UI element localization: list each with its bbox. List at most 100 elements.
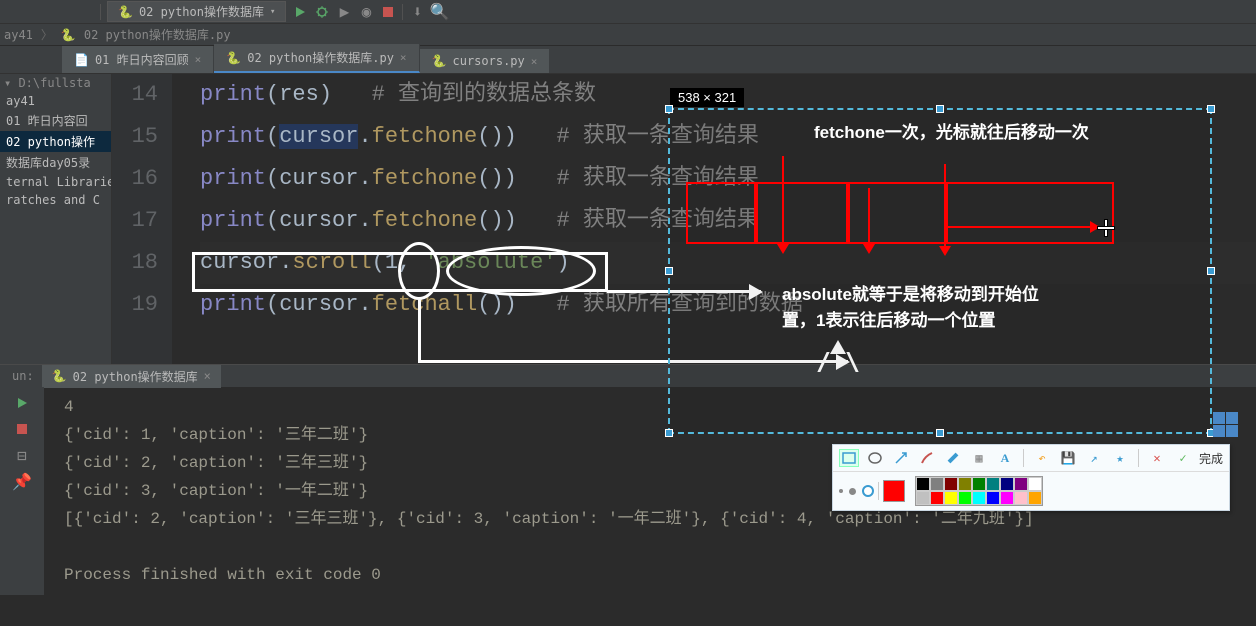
snip-text-icon[interactable]: A <box>995 449 1015 467</box>
line-number: 14 <box>112 74 158 116</box>
close-icon[interactable]: × <box>195 53 202 66</box>
pin-icon[interactable]: 📌 <box>12 471 32 491</box>
color-swatch[interactable] <box>986 477 1000 491</box>
color-swatch[interactable] <box>972 477 986 491</box>
line-number: 19 <box>112 284 158 326</box>
sidebar-item-label: ternal Libraries <box>6 175 112 189</box>
dimensions-badge: 538 × 321 <box>670 88 744 107</box>
profile-icon[interactable]: ◉ <box>358 4 374 20</box>
code-line[interactable]: cursor.scroll(1, 'absolute') <box>200 242 1256 284</box>
run-config-dropdown[interactable]: 🐍 02 python操作数据库 ▾ <box>107 1 286 22</box>
stop-icon[interactable] <box>380 4 396 20</box>
line-gutter: 14 15 16 17 18 19 <box>112 74 172 364</box>
rerun-icon[interactable] <box>12 393 32 413</box>
editor-tabs: 📄 01 昨日内容回顾 × 🐍 02 python操作数据库.py × 🐍 cu… <box>0 46 1256 74</box>
sidebar-item[interactable]: ratches and C <box>0 191 111 209</box>
sidebar-root[interactable]: ▾ D:\fullsta <box>0 74 111 92</box>
line-number: 17 <box>112 200 158 242</box>
snip-save-icon[interactable]: 💾 <box>1058 449 1078 467</box>
coverage-icon[interactable]: ▶ <box>336 4 352 20</box>
sidebar-item-label: 02 python操作 <box>6 135 95 149</box>
color-swatch[interactable] <box>1000 477 1014 491</box>
sidebar-item[interactable]: 数据库day05录 <box>0 152 111 173</box>
project-sidebar[interactable]: ▾ D:\fullsta ay41 01 昨日内容回 02 python操作 数… <box>0 74 112 364</box>
size-large-icon[interactable] <box>862 485 874 497</box>
stop-icon[interactable] <box>12 419 32 439</box>
python-icon: 🐍 <box>226 51 241 65</box>
run-config-label: 02 python操作数据库 <box>139 3 264 20</box>
python-icon: 🐍 <box>52 369 67 383</box>
sidebar-item[interactable]: ay41 <box>0 92 111 110</box>
sidebar-item[interactable]: 02 python操作 <box>0 131 111 152</box>
sidebar-item[interactable]: 01 昨日内容回 <box>0 110 111 131</box>
color-swatch[interactable] <box>986 491 1000 505</box>
size-med-icon[interactable] <box>849 488 856 495</box>
color-swatch[interactable] <box>972 491 986 505</box>
color-swatch[interactable] <box>958 491 972 505</box>
layout-icon[interactable]: ⊟ <box>12 445 32 465</box>
tab-label: 01 昨日内容回顾 <box>95 51 189 68</box>
color-swatch[interactable] <box>1000 491 1014 505</box>
close-icon[interactable]: × <box>400 51 407 64</box>
line-number: 18 <box>112 242 158 284</box>
snip-marker-icon[interactable] <box>943 449 963 467</box>
python-icon: 🐍 <box>61 28 76 42</box>
color-swatch[interactable] <box>944 491 958 505</box>
annotation-line <box>418 300 421 362</box>
color-swatch[interactable] <box>1028 477 1042 491</box>
tab-label: cursors.py <box>453 54 525 68</box>
current-color[interactable] <box>883 480 905 502</box>
size-small-icon[interactable] <box>839 489 843 493</box>
code-line[interactable]: print(cursor.fetchone()) # 获取一条查询结果 <box>200 116 1256 158</box>
snip-mosaic-icon[interactable]: ▦ <box>969 449 989 467</box>
color-palette[interactable] <box>915 476 1043 506</box>
snip-done-label[interactable]: 完成 <box>1199 450 1223 467</box>
snip-done-icon[interactable]: ✓ <box>1173 449 1193 467</box>
snip-cancel-icon[interactable]: ✕ <box>1147 449 1167 467</box>
drive-label: D:\fullsta <box>18 76 90 90</box>
run-tab[interactable]: 🐍 02 python操作数据库 × <box>42 365 221 388</box>
color-swatch[interactable] <box>1014 491 1028 505</box>
run-tab-label: 02 python操作数据库 <box>73 368 198 385</box>
tab-1[interactable]: 🐍 02 python操作数据库.py × <box>214 44 419 73</box>
debug-icon[interactable] <box>314 4 330 20</box>
red-arrow <box>782 156 784 252</box>
snip-undo-icon[interactable]: ↶ <box>1032 449 1052 467</box>
color-swatch[interactable] <box>916 491 930 505</box>
red-cell <box>756 182 848 244</box>
line-number: 15 <box>112 116 158 158</box>
snip-rect-icon[interactable] <box>839 449 859 467</box>
tab-2[interactable]: 🐍 cursors.py × <box>420 49 551 73</box>
tab-0[interactable]: 📄 01 昨日内容回顾 × <box>62 46 214 73</box>
close-icon[interactable]: × <box>531 55 538 68</box>
snip-pen-icon[interactable] <box>917 449 937 467</box>
snip-ellipse-icon[interactable] <box>865 449 885 467</box>
snip-share-icon[interactable]: ↗ <box>1084 449 1104 467</box>
annotation-arrow-up <box>822 340 854 372</box>
snip-pin-icon[interactable]: ★ <box>1110 449 1130 467</box>
close-icon[interactable]: × <box>204 369 211 383</box>
color-swatch[interactable] <box>958 477 972 491</box>
vcs-icon[interactable]: ⬇ <box>409 4 425 20</box>
breadcrumb-file[interactable]: 02 python操作数据库.py <box>84 26 231 43</box>
color-swatch[interactable] <box>930 477 944 491</box>
color-swatch[interactable] <box>1014 477 1028 491</box>
color-swatch[interactable] <box>1028 491 1042 505</box>
snip-arrow-icon[interactable] <box>891 449 911 467</box>
run-tabs: un: 🐍 02 python操作数据库 × <box>0 365 1256 387</box>
color-swatch[interactable] <box>916 477 930 491</box>
breadcrumb-folder[interactable]: ay41 <box>4 28 33 42</box>
line-number: 16 <box>112 158 158 200</box>
color-swatch[interactable] <box>930 491 944 505</box>
python-icon: 🐍 <box>118 5 133 19</box>
red-cell <box>848 182 948 244</box>
sidebar-item[interactable]: ternal Libraries <box>0 173 111 191</box>
color-swatch[interactable] <box>944 477 958 491</box>
red-arrow <box>868 188 870 252</box>
search-icon[interactable]: 🔍 <box>431 4 447 20</box>
python-icon: 🐍 <box>432 54 447 68</box>
red-arrow <box>944 164 946 254</box>
layout-grid-icon[interactable] <box>1213 412 1238 437</box>
run-icon[interactable] <box>292 4 308 20</box>
top-toolbar: 🐍 02 python操作数据库 ▾ ▶ ◉ ⬇ 🔍 <box>0 0 1256 24</box>
